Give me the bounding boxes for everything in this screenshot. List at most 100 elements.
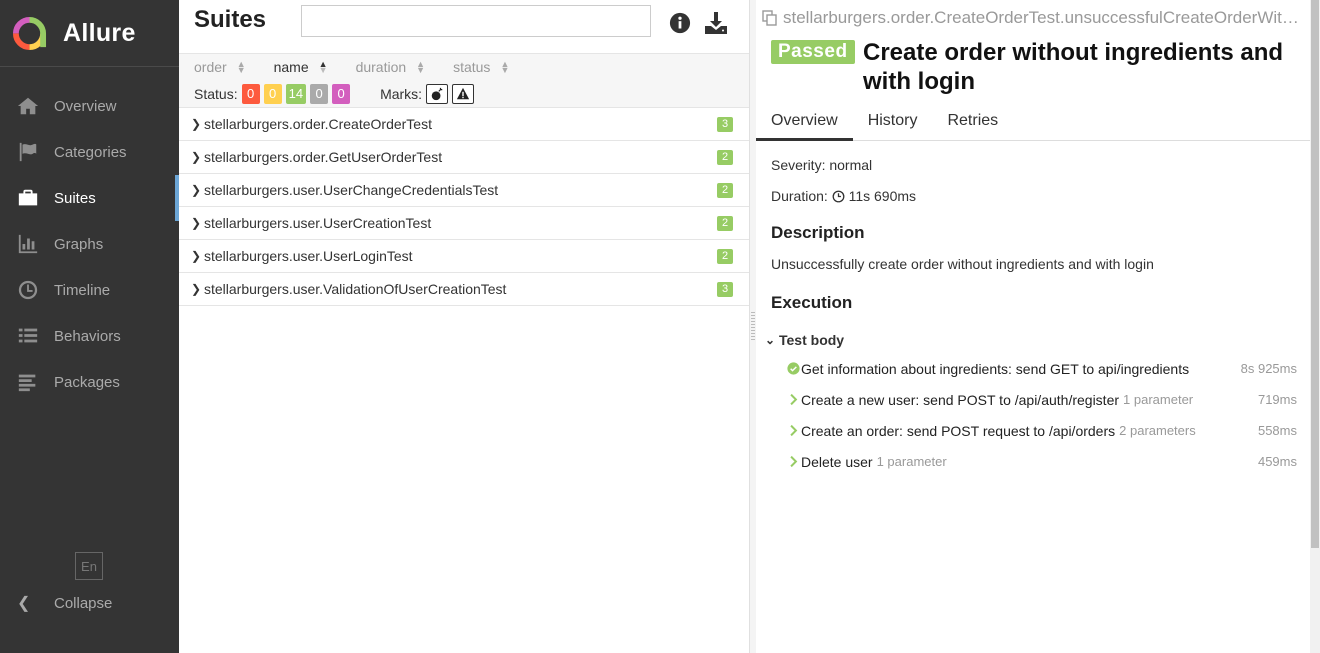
execution-heading: Execution [771,293,853,312]
sort-icon: ▲ ▼ [500,59,510,75]
suite-count-badge: 2 [717,150,733,165]
marks-label: Marks: [380,86,423,102]
allure-report-app: Allure Overview Categories Suites Graphs… [0,0,1320,653]
step-name: Create an order: send POST request to /a… [801,422,1116,439]
sort-row: order ▲ ▼ name ▲ ▼ duration ▲ ▼ status ▲ ▼ [194,59,537,75]
testcase-title: Create order without ingredients and wit… [863,39,1284,95]
sidebar: Allure Overview Categories Suites Graphs… [0,0,179,653]
tab-retries[interactable]: Retries [932,103,1013,141]
chevron-right-icon: ❯ [191,282,202,296]
chevron-right-icon: ❯ [191,117,202,131]
duration-value: 11s 690ms [848,188,917,204]
sort-icon: ▲ ▼ [416,59,426,75]
stage-test-body[interactable]: ⌄ Test body [765,327,1301,353]
step-row[interactable]: Create a new user: send POST to /api/aut… [771,384,1301,415]
check-circle-icon [786,361,801,376]
sidebar-item-label: Graphs [54,235,104,253]
status-passed-toggle[interactable]: 14 [285,84,307,104]
step-duration: 719ms [1257,392,1297,407]
step-params: 1 parameter [876,454,947,469]
retries-mark-toggle[interactable] [452,84,475,104]
suite-name: stellarburgers.order.CreateOrderTest [204,116,432,132]
suite-list: ❯ stellarburgers.order.CreateOrderTest 3… [179,108,749,306]
brand[interactable]: Allure [0,0,179,67]
chevron-right-icon: ❯ [191,150,202,164]
table-row[interactable]: ❯ stellarburgers.user.ValidationOfUserCr… [179,273,749,306]
info-icon[interactable] [669,12,691,34]
chevron-down-icon: ⌄ [765,333,776,347]
brand-name: Allure [63,18,136,47]
sidebar-item-suites[interactable]: Suites [0,175,179,221]
sidebar-item-graphs[interactable]: Graphs [0,221,179,267]
suite-count-badge: 3 [717,282,733,297]
duration-row: Duration: 11s 690ms [771,181,1301,212]
sidebar-item-overview[interactable]: Overview [0,83,179,129]
sidebar-item-label: Suites [54,189,96,207]
bar-chart-icon [17,233,39,255]
sort-duration[interactable]: duration ▲ ▼ [356,59,426,75]
table-row[interactable]: ❯ stellarburgers.order.GetUserOrderTest … [179,141,749,174]
sidebar-item-label: Packages [54,373,120,391]
description-heading: Description [771,223,865,242]
collapse-button[interactable]: ❮ Collapse [17,593,112,613]
testcase-tabs: Overview History Retries [756,103,1310,141]
status-badge: Passed [771,40,855,64]
table-row[interactable]: ❯ stellarburgers.user.UserLoginTest 2 [179,240,749,273]
description-text: Unsuccessfully create order without ingr… [771,256,1154,272]
tab-overview[interactable]: Overview [756,103,853,141]
sidebar-item-timeline[interactable]: Timeline [0,267,179,313]
sort-label: name [273,59,309,75]
copy-icon[interactable] [762,10,778,26]
flaky-mark-toggle[interactable] [426,84,449,104]
chevron-right-icon [786,423,801,438]
step-row[interactable]: Create an order: send POST request to /a… [771,415,1301,446]
testcase-panel: stellarburgers.order.CreateOrderTest.uns… [756,0,1310,653]
suite-name: stellarburgers.user.UserLoginTest [204,248,413,264]
sort-order[interactable]: order ▲ ▼ [194,59,246,75]
stage-label: Test body [779,332,845,348]
chevron-right-icon: ❯ [191,183,202,197]
briefcase-icon [17,187,39,209]
status-broken-toggle[interactable]: 0 [263,84,282,104]
suite-count-badge: 3 [717,117,733,132]
table-row[interactable]: ❯ stellarburgers.user.UserChangeCredenti… [179,174,749,207]
pane-splitter[interactable] [749,0,756,653]
status-failed-toggle[interactable]: 0 [241,84,260,104]
sidebar-item-label: Behaviors [54,327,121,345]
tab-history[interactable]: History [853,103,933,141]
allure-logo-icon [12,16,47,50]
language-switch[interactable]: En [75,552,103,580]
scrollbar-thumb[interactable] [1311,0,1319,548]
sort-name[interactable]: name ▲ ▼ [274,59,328,75]
sidebar-nav: Overview Categories Suites Graphs Timeli… [0,83,179,405]
chevron-left-icon: ❮ [17,595,31,612]
home-icon [17,95,39,117]
suite-name: stellarburgers.user.UserCreationTest [204,215,432,231]
sidebar-item-packages[interactable]: Packages [0,359,179,405]
scrollbar[interactable] [1310,0,1320,653]
chevron-right-icon [786,392,801,407]
table-row[interactable]: ❯ stellarburgers.order.CreateOrderTest 3 [179,108,749,141]
step-params: 1 parameter [1123,392,1194,407]
search-input[interactable] [301,5,651,37]
step-duration: 558ms [1257,423,1297,438]
step-row[interactable]: Get information about ingredients: send … [771,353,1301,384]
testcase-path[interactable]: stellarburgers.order.CreateOrderTest.uns… [762,8,1302,28]
bomb-icon [431,87,443,101]
suite-count-badge: 2 [717,216,733,231]
step-row[interactable]: Delete user 1 parameter 459ms [771,446,1301,477]
sort-status[interactable]: status ▲ ▼ [453,59,509,75]
suites-header: Suites [179,0,749,54]
sidebar-item-categories[interactable]: Categories [0,129,179,175]
clock-icon [17,279,39,301]
chevron-right-icon: ❯ [191,249,202,263]
sidebar-item-label: Categories [54,143,127,161]
download-icon[interactable] [704,11,728,35]
status-unknown-toggle[interactable]: 0 [332,84,351,104]
page-title: Suites [194,6,267,33]
table-row[interactable]: ❯ stellarburgers.user.UserCreationTest 2 [179,207,749,240]
sidebar-item-behaviors[interactable]: Behaviors [0,313,179,359]
drag-handle-icon [751,312,755,342]
status-skipped-toggle[interactable]: 0 [310,84,329,104]
sort-label: duration [355,59,407,75]
